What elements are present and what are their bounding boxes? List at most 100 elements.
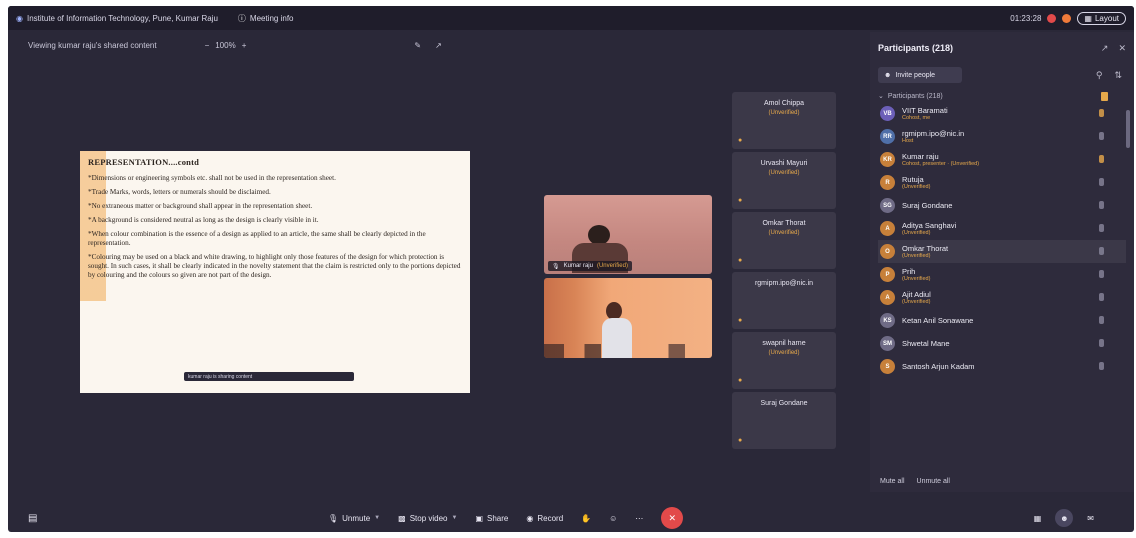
mute-all-button[interactable]: Mute all [880,478,905,492]
mic-status-icon [1099,247,1104,255]
info-icon: ⓘ [237,13,246,23]
participant-name: Shwetal Mane [902,339,950,348]
stop-video-button[interactable]: ▩ Stop video ▼ [398,514,457,523]
participant-role: (Unverified) [902,229,931,236]
tile-name: swapnil harne [762,340,806,347]
invite-people-button[interactable]: ☻ Invite people [878,67,962,83]
chat-icon[interactable]: ✉ [1087,514,1094,523]
participant-row[interactable]: KS Ketan Anil Sonawane [878,309,1126,332]
zoom-out-icon[interactable]: − [205,41,210,50]
participants-scrollbar[interactable] [1126,110,1130,148]
tile-name: Urvashi Mayuri [760,160,808,167]
sort-icon[interactable]: ⇅ [1114,70,1122,81]
tile-status: (Unverified) [768,230,800,236]
participant-row[interactable]: VB VIIT Baramati Cohost, me [878,102,1126,125]
participant-tile[interactable]: Omkar Thorat (Unverified) ● [732,212,836,269]
avatar: P [880,267,895,282]
section-mic-icon [1101,91,1108,101]
tile-name: Suraj Gondane [760,400,808,407]
meeting-timer: 01:23:28 [1010,13,1042,23]
participant-row[interactable]: R Rutuja (Unverified) [878,171,1126,194]
doc-point: *Trade Marks, words, letters or numerals… [88,188,271,196]
chevron-down-icon: ▼ [451,515,458,521]
participant-role: (Unverified) [902,183,931,190]
participant-row[interactable]: A Ajit Adiul (Unverified) [878,286,1126,309]
mic-status-icon [1099,316,1104,324]
participant-tile[interactable]: rgmipm.ipo@nic.in ● [732,272,836,329]
participant-name: Ajit Adiul [902,289,931,299]
pop-out-icon[interactable]: ↗ [435,41,442,50]
participant-tile[interactable]: swapnil harne (Unverified) ● [732,332,836,389]
avatar: R [880,175,895,190]
network-status-icon [1062,13,1072,23]
participant-name: VIIT Baramati [902,105,948,115]
participant-row[interactable]: SG Suraj Gondane [878,194,1126,217]
camera-icon: ▩ [398,513,406,523]
zoom-level[interactable]: 100% [215,41,235,50]
record-button[interactable]: ◉ Record [526,514,563,523]
layout-button[interactable]: ▦ Layout [1077,11,1126,25]
section-label: Participants (218) [887,92,943,100]
avatar: S [880,359,895,374]
unmute-all-button[interactable]: Unmute all [917,478,950,492]
participant-row[interactable]: O Omkar Thorat (Unverified) [878,240,1126,263]
reactions-icon[interactable]: ☺ [609,514,617,523]
doc-point: *When colour combination is the essence … [88,230,426,247]
raise-hand-icon[interactable]: ✋ [581,514,591,523]
unmute-label: Unmute [342,513,371,523]
video-tile-kumar-raju[interactable]: 🎙 Kumar raju (Unverified) [544,195,712,274]
meeting-info-button[interactable]: ⓘ Meeting info [238,13,294,24]
more-options-icon[interactable]: ⋯ [635,514,643,523]
participant-tile[interactable]: Amol Chippa (Unverified) ● [732,92,836,149]
participant-row[interactable]: RR rgmipm.ipo@nic.in Host [878,125,1126,148]
video-status-label: (Unverified) [596,263,628,269]
unmute-button[interactable]: 🎙 Unmute ▼ [328,514,380,523]
avatar: O [880,244,895,259]
participant-role: Host [902,137,914,144]
panel-header: Participants (218) ↗ ✕ [878,38,1126,58]
participant-row[interactable]: A Aditya Sanghavi (Unverified) [878,217,1126,240]
avatar: SM [880,336,895,351]
mic-status-icon [1099,178,1104,186]
share-screen-icon: ▣ [475,513,484,523]
apps-icon[interactable]: ▦ [1034,514,1042,523]
participant-row[interactable]: S Santosh Arjun Kadam [878,355,1126,378]
annotate-icon[interactable]: ✎ [414,41,421,50]
captions-icon[interactable]: ▤ [28,513,37,524]
video-tile-room[interactable] [544,278,712,358]
mic-status-icon [1099,224,1104,232]
share-button[interactable]: ▣ Share [475,514,508,523]
tile-status: (Unverified) [768,170,800,176]
zoom-in-icon[interactable]: + [242,41,247,50]
participants-toggle-icon[interactable]: ☻ [1055,509,1074,527]
tile-status: (Unverified) [768,350,800,356]
meeting-controls-bar: ▤ 🎙 Unmute ▼ ▩ Stop video ▼ ▣ Share ◉ Re… [8,504,1134,532]
doc-point: *Dimensions or engineering symbols etc. … [88,174,336,182]
tile-name: rgmipm.ipo@nic.in [754,280,814,287]
panel-title: Participants (218) [878,43,954,53]
participant-row[interactable]: P Prih (Unverified) [878,263,1126,286]
participant-name: Santosh Arjun Kadam [902,362,975,371]
participant-tile[interactable]: Urvashi Mayuri (Unverified) ● [732,152,836,209]
end-call-button[interactable]: ✕ [661,507,684,529]
pop-out-panel-icon[interactable]: ↗ [1101,43,1109,54]
close-panel-icon[interactable]: ✕ [1118,43,1126,54]
participant-row[interactable]: SM Shwetal Mane [878,332,1126,355]
meeting-org-name: Institute of Information Technology, Pun… [26,13,218,23]
participant-name: Prih [902,266,916,276]
participant-tile[interactable]: Suraj Gondane ● [732,392,836,449]
invite-label: Invite people [895,71,936,79]
doc-point: *No extraneous matter or background shal… [88,202,313,210]
muted-mic-icon: ● [738,437,743,444]
invite-person-icon: ☻ [884,71,892,79]
participants-section-toggle[interactable]: ⌄ Participants (218) [878,90,1126,102]
mic-status-icon [1099,293,1104,301]
shared-content-label: Viewing kumar raju's shared content [28,40,157,50]
meeting-logo-icon: ◉ [16,13,23,23]
participant-row[interactable]: KR Kumar raju Cohost, presenter · (Unveri… [878,148,1126,171]
avatar: SG [880,198,895,213]
share-view-bar: Viewing kumar raju's shared content − 10… [8,36,868,54]
participant-name: Aditya Sanghavi [902,220,957,230]
search-icon[interactable]: ⚲ [1096,70,1103,81]
chevron-down-icon: ⌄ [878,93,884,100]
